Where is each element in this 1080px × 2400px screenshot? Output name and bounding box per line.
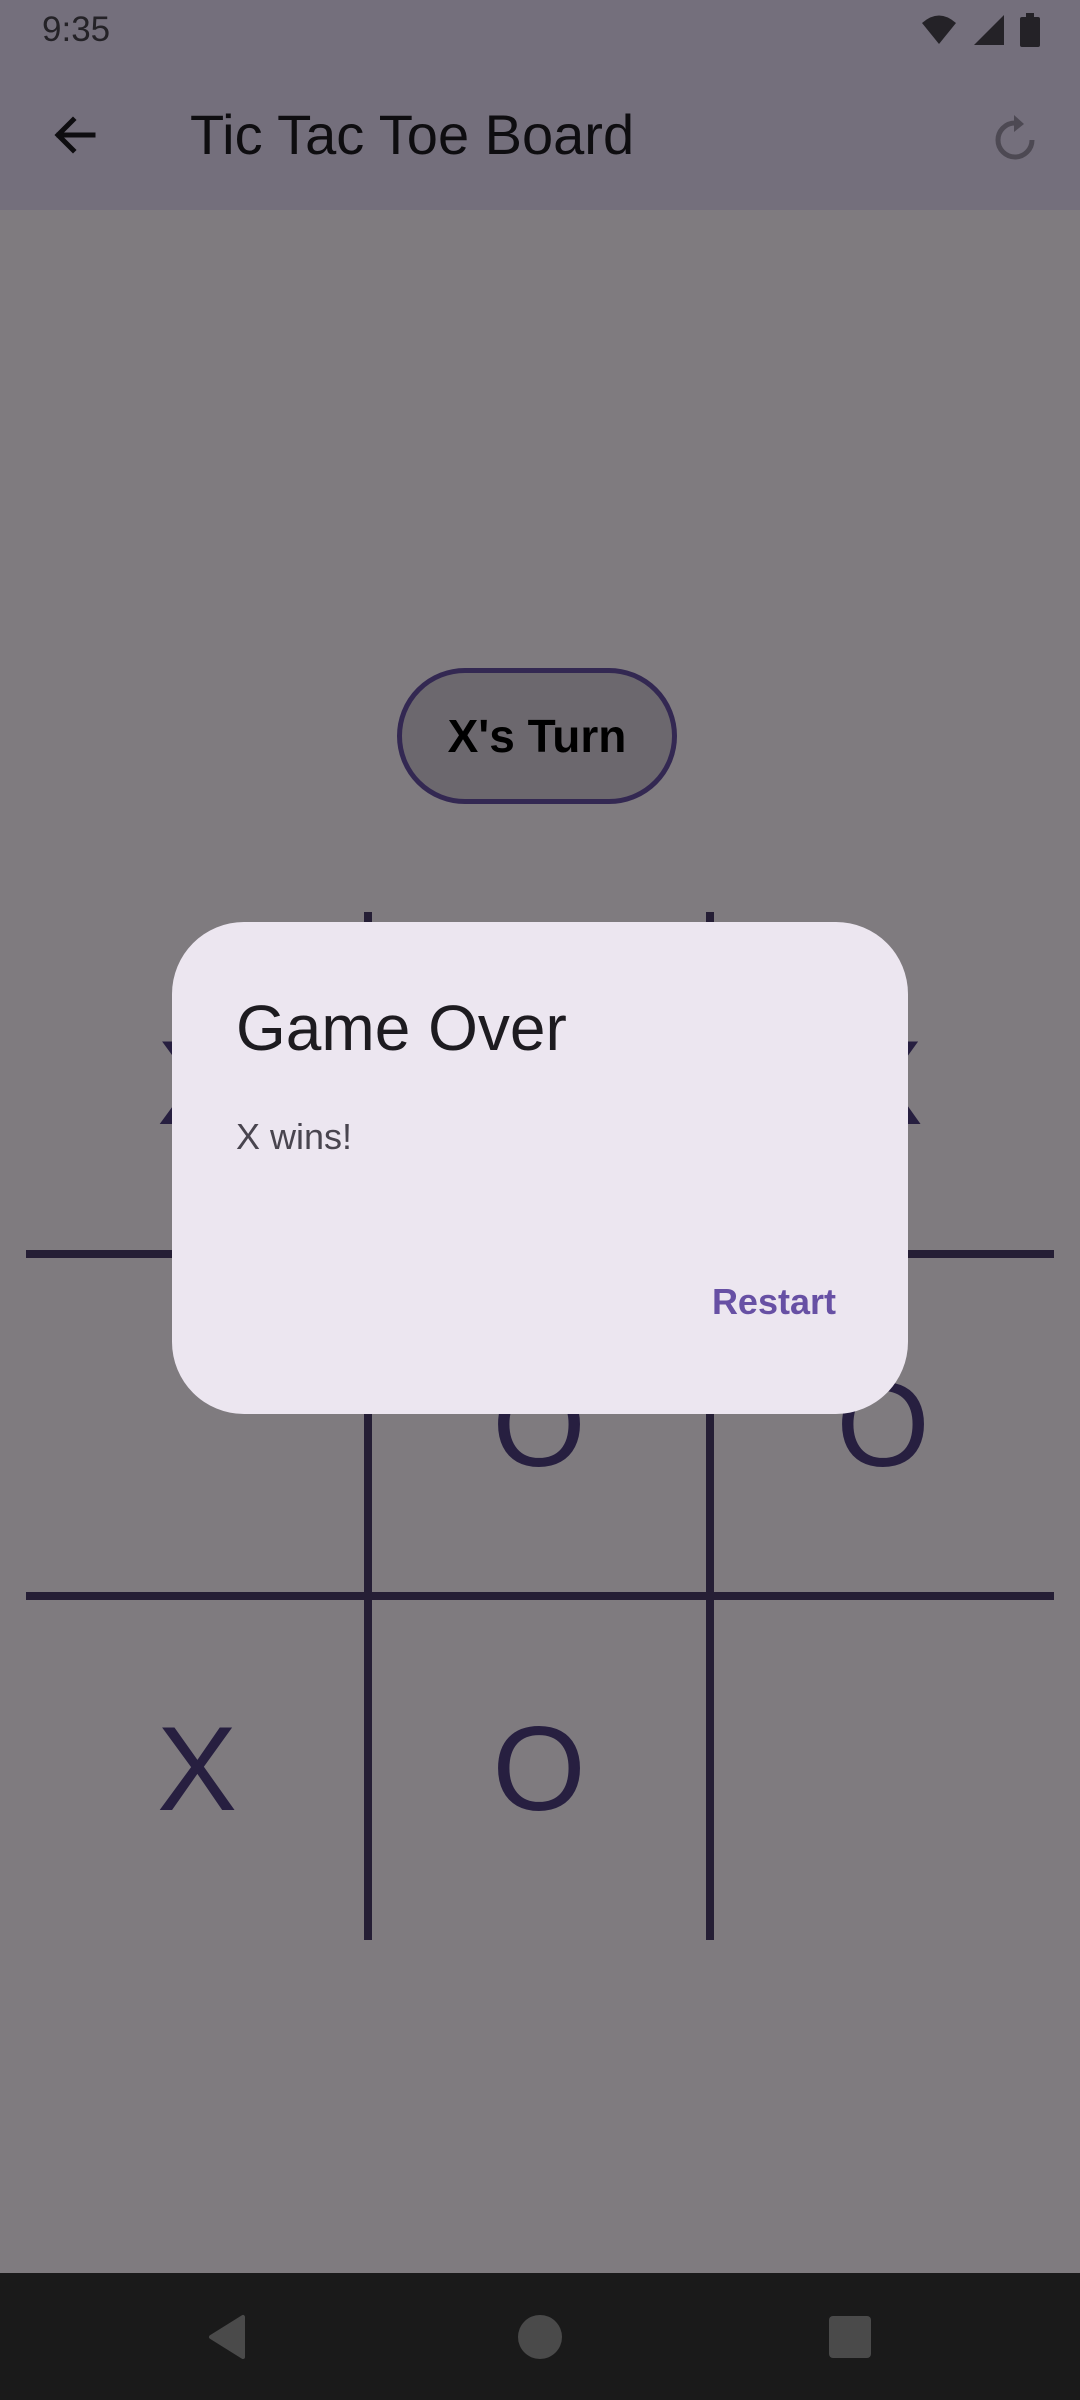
dialog-message: X wins! [236, 1116, 353, 1157]
system-navigation-bar [0, 2273, 1080, 2400]
dialog-title: Game Over [236, 992, 567, 1064]
nav-back-icon [209, 2315, 245, 2359]
nav-home-button[interactable] [504, 2301, 576, 2373]
nav-recents-button[interactable] [814, 2301, 886, 2373]
nav-home-icon [518, 2315, 562, 2359]
nav-back-button[interactable] [192, 2301, 264, 2373]
game-over-dialog: Game Over X wins! Restart [172, 922, 908, 1414]
restart-button[interactable]: Restart [704, 1262, 844, 1342]
nav-recents-icon [829, 2316, 871, 2358]
scrim-top [0, 0, 1080, 210]
